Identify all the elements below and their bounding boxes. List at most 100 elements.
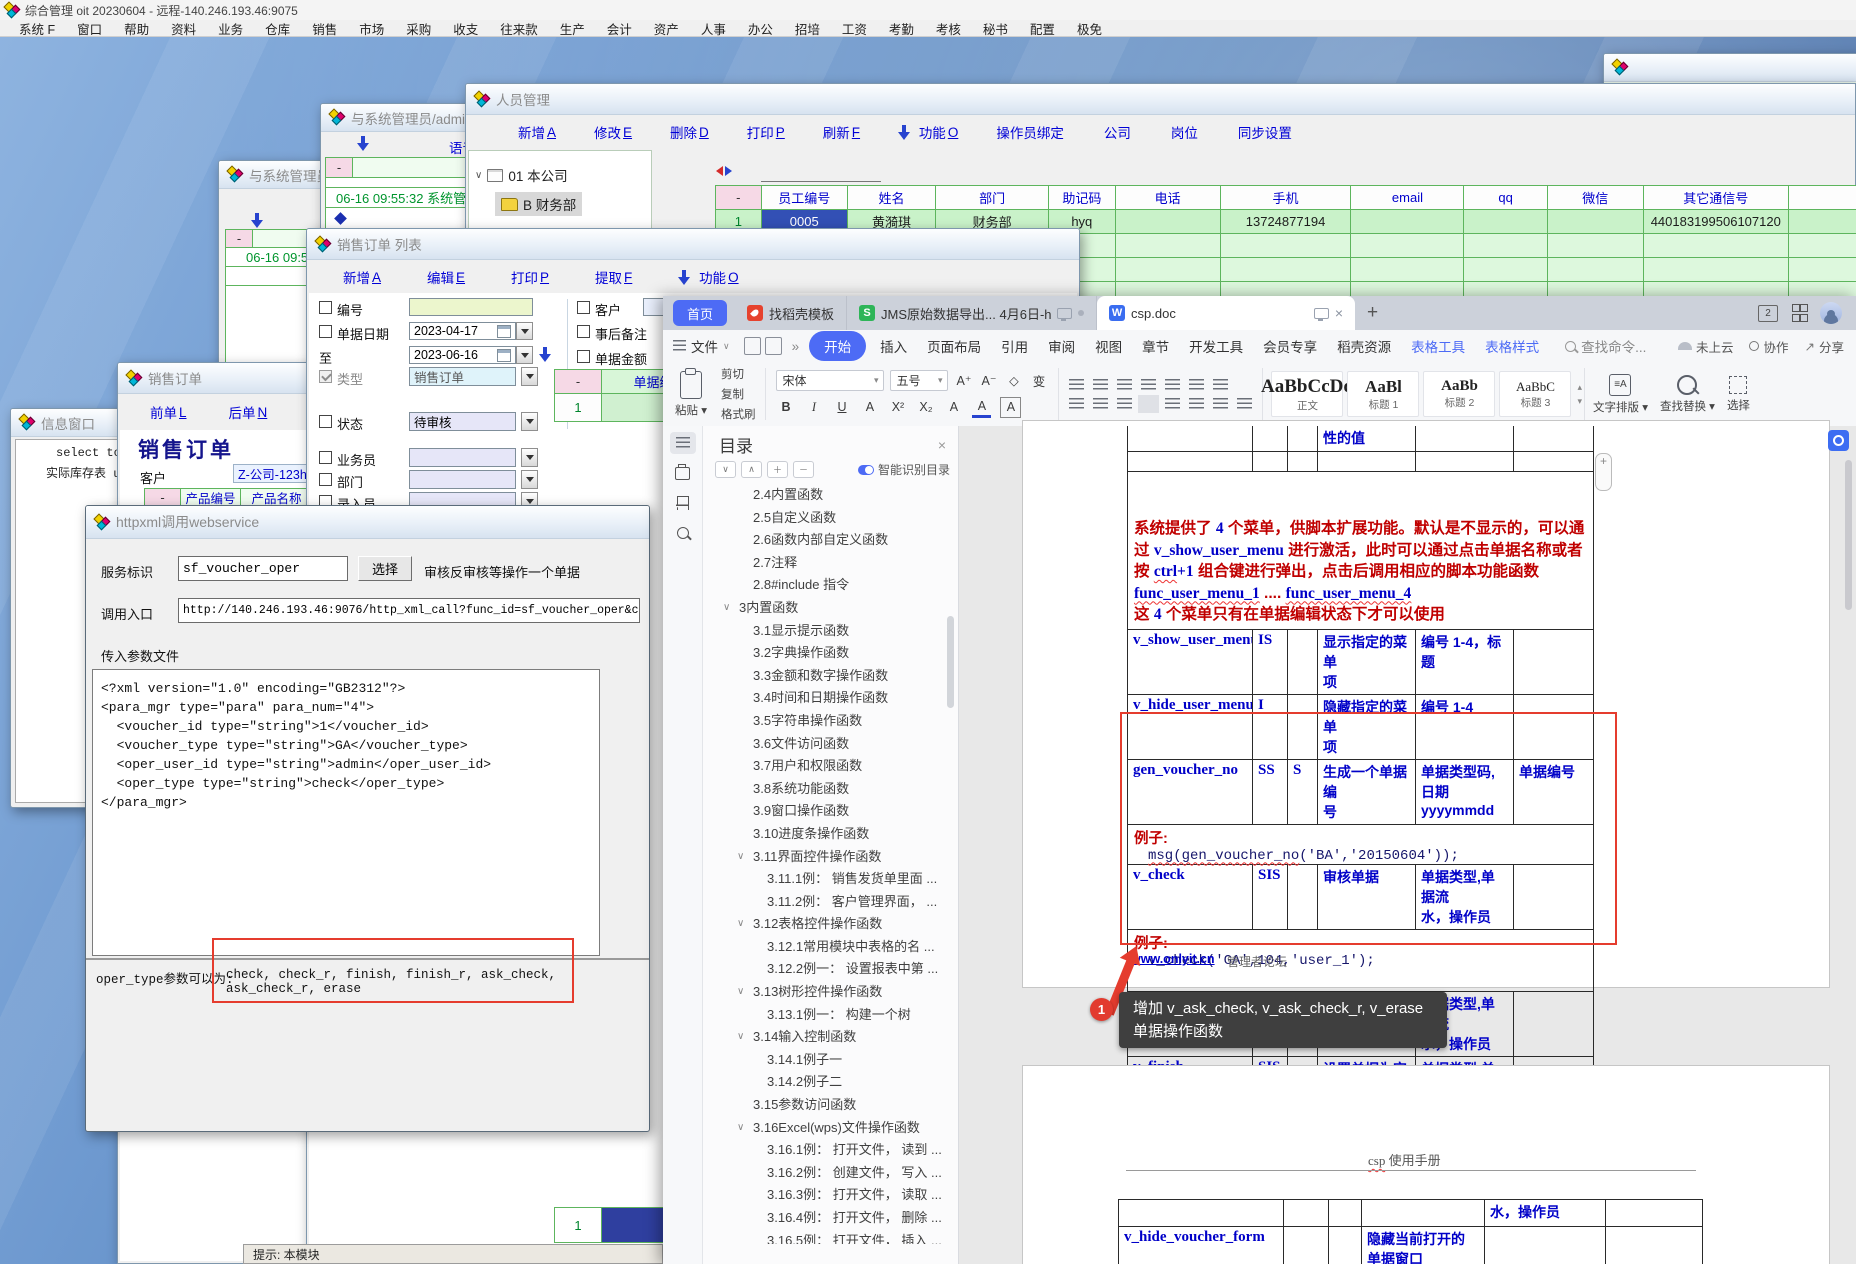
subscript-button[interactable]: X₂ bbox=[916, 398, 935, 417]
menu-start[interactable]: 开始 bbox=[809, 331, 866, 361]
service-id-input[interactable]: sf_voucher_oper bbox=[178, 556, 348, 581]
close-icon[interactable]: × bbox=[938, 437, 946, 453]
table-header-cell[interactable]: qq bbox=[1464, 186, 1547, 210]
outline-panel-icon[interactable] bbox=[670, 432, 696, 454]
grid-corner-cell[interactable]: - bbox=[555, 370, 602, 394]
paste-button[interactable]: 粘贴 ▾ bbox=[663, 362, 713, 426]
toc-item[interactable]: 3.15参数访问函数 bbox=[703, 1094, 958, 1117]
menu-item[interactable]: 审阅 bbox=[1038, 336, 1085, 356]
doc-paragraph[interactable]: 系统提供了 4 个菜单，供脚本扩展功能。默认是不显示的，可以通过 v_show_… bbox=[1128, 472, 1593, 629]
toc-item[interactable]: 3.9窗口操作函数 bbox=[703, 800, 958, 823]
file-menu[interactable]: 文件∨ bbox=[663, 336, 740, 356]
increase-font-icon[interactable]: A⁺ bbox=[954, 371, 973, 390]
table-header-cell[interactable]: - bbox=[716, 186, 762, 210]
menu-item[interactable]: 工资 bbox=[831, 19, 878, 38]
window-titlebar[interactable] bbox=[1604, 54, 1856, 82]
table-cell[interactable] bbox=[1351, 210, 1464, 234]
date-from-dropdown[interactable] bbox=[516, 322, 533, 340]
tab-docer[interactable]: 找稻壳模板 bbox=[735, 296, 847, 330]
tab-home[interactable]: 首页 bbox=[673, 300, 727, 326]
toc-item[interactable]: 3.11.2例： 客户管理界面， ... bbox=[703, 891, 958, 914]
menu-item[interactable]: 人事 bbox=[690, 19, 737, 38]
toc-item[interactable]: 3.4时间和日期操作函数 bbox=[703, 687, 958, 710]
dept-dropdown[interactable] bbox=[521, 470, 538, 489]
date-to-dropdown[interactable] bbox=[516, 346, 533, 364]
menu-item[interactable]: 会计 bbox=[596, 19, 643, 38]
shading-icon[interactable] bbox=[1213, 398, 1228, 410]
wrap-icon[interactable] bbox=[1189, 379, 1204, 391]
expand-all-icon[interactable]: ∨ bbox=[715, 461, 736, 478]
no-input[interactable] bbox=[409, 298, 533, 316]
toc-item[interactable]: 3.12.2例一： 设置报表中第 ... bbox=[703, 958, 958, 981]
filter-checkbox-date[interactable] bbox=[319, 325, 332, 338]
choose-button[interactable]: 选择 bbox=[358, 556, 412, 581]
filter-checkbox-dept[interactable] bbox=[319, 473, 332, 486]
doc-table-row[interactable]: v_hide_user_menuI 隐藏指定的菜单 项编号 1-4 bbox=[1128, 695, 1593, 760]
menu-item[interactable]: 秘书 bbox=[972, 19, 1019, 38]
menu-item[interactable]: 办公 bbox=[737, 19, 784, 38]
toc-item[interactable]: 3.14.2例子二 bbox=[703, 1071, 958, 1094]
doc-table-row[interactable]: gen_voucher_noSSS 生成一个单据编 号单据类型码,日期 yyyy… bbox=[1128, 760, 1593, 825]
align-center-icon[interactable] bbox=[1093, 398, 1108, 410]
toc-item[interactable]: 2.7注释 bbox=[703, 552, 958, 575]
decrease-indent-icon[interactable] bbox=[1117, 379, 1132, 391]
type-dropdown[interactable] bbox=[521, 367, 538, 386]
date-from-input[interactable]: 2023-04-17 bbox=[409, 322, 516, 340]
menu-item[interactable]: 配置 bbox=[1019, 19, 1066, 38]
style-preset[interactable]: AaBl 标题 1 bbox=[1347, 371, 1419, 417]
table-header-cell[interactable] bbox=[1789, 186, 1856, 210]
menu-item[interactable]: 考勤 bbox=[878, 19, 925, 38]
doc-table-row[interactable]: v_show_user_menuIS 显示指定的菜单 项编号 1-4，标题 bbox=[1128, 630, 1593, 695]
tree-node-company[interactable]: ∨ 01 本公司 bbox=[469, 151, 651, 185]
toc-item[interactable]: 3.1显示提示函数 bbox=[703, 620, 958, 643]
filter-checkbox-type[interactable] bbox=[319, 370, 332, 383]
status-dropdown[interactable] bbox=[521, 412, 538, 431]
cloud-sync-button[interactable]: 未上云 bbox=[1678, 337, 1734, 356]
cut-button[interactable]: 剪切 bbox=[721, 366, 756, 382]
menu-item[interactable]: 稻壳资源 bbox=[1327, 336, 1401, 356]
tree-expand-icon[interactable]: ∨ bbox=[475, 170, 482, 181]
char-border-button[interactable]: A bbox=[1000, 397, 1021, 418]
line-spacing-icon[interactable] bbox=[1189, 398, 1204, 410]
toolbar-button[interactable]: 删除D bbox=[670, 122, 709, 142]
table-cell[interactable] bbox=[1789, 210, 1856, 234]
toc-item[interactable]: 3内置函数 bbox=[703, 597, 958, 620]
quick-filter-input[interactable] bbox=[761, 181, 881, 182]
toc-item[interactable]: 3.16Excel(wps)文件操作函数 bbox=[703, 1117, 958, 1140]
doc-table-row[interactable]: 水，操作员 bbox=[1119, 1200, 1702, 1227]
toolbar-button[interactable]: 同步设置 bbox=[1238, 122, 1294, 142]
distribute-icon[interactable] bbox=[1165, 398, 1180, 410]
toc-item[interactable]: 2.8#include 指令 bbox=[703, 574, 958, 597]
table-header-cell[interactable]: 手机 bbox=[1221, 186, 1352, 210]
sort-icon[interactable] bbox=[1165, 379, 1180, 391]
toc-item[interactable]: 3.2字典操作函数 bbox=[703, 642, 958, 665]
entry-url-input[interactable]: http://140.246.193.46:9076/http_xml_call… bbox=[178, 598, 640, 623]
save-icon[interactable] bbox=[744, 337, 761, 355]
toc-item[interactable]: 3.10进度条操作函数 bbox=[703, 823, 958, 846]
table-cell[interactable]: 13724877194 bbox=[1221, 210, 1352, 234]
toolbar-button[interactable]: 操作员绑定 bbox=[996, 122, 1066, 142]
menu-item[interactable]: 收支 bbox=[442, 19, 489, 38]
menu-item[interactable]: 销售 bbox=[301, 19, 348, 38]
doc-example-block[interactable]: 例子: msg(gen_voucher_no('BA','20150604'))… bbox=[1128, 825, 1593, 865]
filter-checkbox-note[interactable] bbox=[577, 325, 590, 338]
table-header-cell[interactable]: 员工编号 bbox=[762, 186, 848, 210]
align-left-icon[interactable] bbox=[1069, 398, 1084, 410]
copy-button[interactable]: 复制 bbox=[721, 386, 756, 402]
bold-button[interactable]: B bbox=[776, 398, 795, 417]
swap-icon[interactable] bbox=[716, 166, 732, 176]
superscript-button[interactable]: X² bbox=[888, 398, 907, 417]
menu-item[interactable]: 开发工具 bbox=[1179, 336, 1253, 356]
menu-item[interactable]: 考核 bbox=[925, 19, 972, 38]
menu-item[interactable]: 资料 bbox=[160, 19, 207, 38]
toc-item[interactable]: 3.7用户和权限函数 bbox=[703, 755, 958, 778]
table-header-cell[interactable]: 姓名 bbox=[848, 186, 936, 210]
toolbar-button[interactable]: 编辑E bbox=[427, 267, 465, 287]
xml-textarea[interactable]: <?xml version="1.0" encoding="GB2312"?><… bbox=[92, 669, 600, 956]
toolbar-button[interactable]: 新增A bbox=[518, 122, 556, 142]
wenzi-icon[interactable]: 变 bbox=[1029, 371, 1048, 390]
tree-node-dept[interactable]: B 财务部 bbox=[495, 192, 582, 216]
strike-button[interactable]: A bbox=[860, 398, 879, 417]
font-size-select[interactable]: 五号▾ bbox=[890, 370, 948, 391]
table-header-cell[interactable]: 微信 bbox=[1548, 186, 1644, 210]
